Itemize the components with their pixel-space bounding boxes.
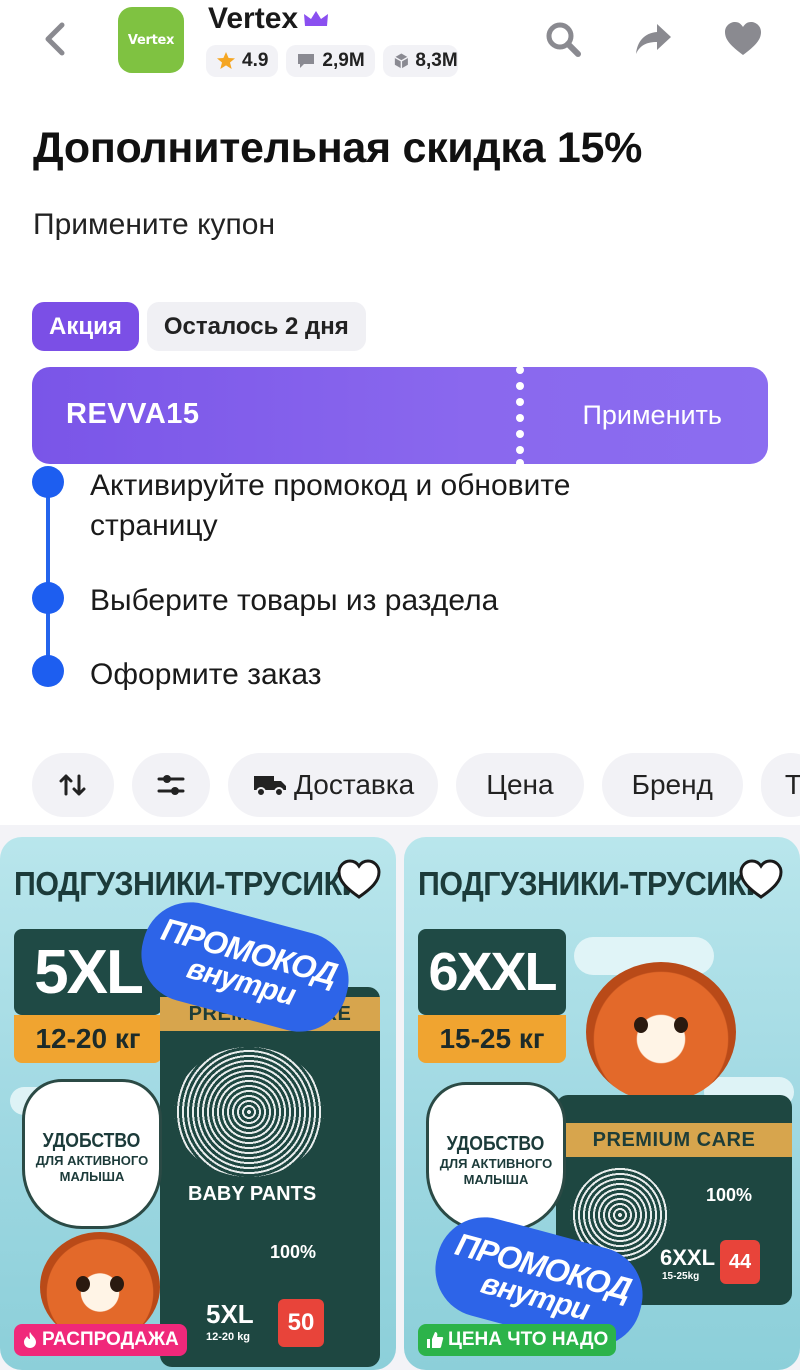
reviews-count: 2,9M [322,50,365,71]
product-package-image: PREMIUM CARE BABY PANTS 100% 5XL 12-20 k… [160,987,380,1367]
panda-eye [76,1276,90,1292]
store-logo[interactable]: Vertex [118,7,184,73]
coupon-code[interactable]: REVVA15 [66,398,200,431]
comfort-badge: УДОБСТВО ДЛЯ АКТИВНОГО МАЛЫША [426,1082,566,1232]
fire-icon [24,1332,36,1348]
pack-size: 6XXL [660,1245,716,1270]
pack-size: 5XL [206,1299,254,1329]
sort-icon [59,774,86,796]
box-icon [394,53,408,69]
orders-count: 8,3M [415,50,458,71]
product-card[interactable]: ПОДГУЗНИКИ-ТРУСИКИ 5XL 12-20 кг PREMIUM … [0,837,396,1370]
product-grid: ПОДГУЗНИКИ-ТРУСИКИ 5XL 12-20 кг PREMIUM … [0,825,800,1370]
product-card[interactable]: ПОДГУЗНИКИ-ТРУСИКИ 6XXL 15-25 кг PREMIUM… [404,837,800,1370]
price-badge: ЦЕНА ЧТО НАДО [418,1324,617,1356]
thumbs-up-icon [427,1332,444,1348]
star-icon [217,52,235,69]
step-3-text: Оформите заказ [90,658,322,691]
panda-eye [110,1276,124,1292]
red-panda-illustration [586,962,736,1102]
store-stats: 4.9 2,9M 8,3M [206,45,458,77]
steps-connector [46,480,50,670]
delivery-label: Доставка [294,769,415,800]
price-badge-label: ЦЕНА ЧТО НАДО [448,1329,609,1350]
shop-name[interactable]: Vertex [208,2,330,36]
pack-brand: PREMIUM CARE [556,1123,792,1157]
comfort-subtitle: ДЛЯ АКТИВНОГО МАЛЫША [35,1153,149,1184]
comfort-badge: УДОБСТВО ДЛЯ АКТИВНОГО МАЛЫША [22,1079,162,1229]
favorite-store-button[interactable] [718,14,768,64]
pack-weight: 12-20 kg [206,1331,251,1343]
promo-tags: Акция Осталось 2 дня [32,302,366,351]
heart-outline-icon[interactable] [738,857,784,903]
promo-tag: Акция [32,302,139,351]
step-dot-3 [32,655,64,687]
apply-coupon-button[interactable]: Применить [582,400,722,431]
coupon-card[interactable]: REVVA15 Применить [32,367,768,464]
product-title: ПОДГУЗНИКИ-ТРУСИКИ [418,865,768,902]
reviews-badge[interactable]: 2,9M [286,45,375,77]
comfort-title: УДОБСТВО [43,1130,141,1152]
sort-chip[interactable] [32,753,114,817]
back-button[interactable] [30,14,80,64]
sliders-icon [157,775,185,795]
rating-badge[interactable]: 4.9 [206,45,279,77]
shop-name-label: Vertex [208,2,299,35]
pack-count: 44 [720,1240,760,1284]
pack-leak: 100% [270,1242,317,1262]
more-filter-chip[interactable]: Ти [760,753,800,817]
promo-title: Дополнительная скидка 15% [33,124,643,172]
panda-eye [674,1017,688,1033]
heart-pattern [174,1047,324,1177]
filters-chip[interactable] [132,753,210,817]
search-icon [546,22,581,57]
comfort-title: УДОБСТВО [447,1133,545,1155]
promo-subtitle: Примените купон [33,208,276,241]
sale-badge: РАСПРОДАЖА [14,1324,187,1356]
coupon-divider [516,367,524,464]
step-1-text: Активируйте промокод и обновите страницу [90,469,571,542]
pack-weight: 15-25kg [662,1271,700,1282]
brand-chip[interactable]: Бренд [601,753,743,817]
heart-icon [725,22,761,55]
sale-badge-label: РАСПРОДАЖА [42,1329,179,1350]
pack-name: BABY PANTS [188,1183,317,1205]
chat-icon [298,54,315,68]
truck-icon [254,776,286,797]
pack-leak: 100% [706,1185,753,1205]
weight-label: 15-25 кг [418,1015,566,1063]
rating-value: 4.9 [242,50,269,71]
step-2-text: Выберите товары из раздела [90,584,499,617]
comfort-subtitle: ДЛЯ АКТИВНОГО МАЛЫША [439,1156,553,1187]
delivery-chip[interactable]: Доставка [228,753,439,817]
weight-label: 12-20 кг [14,1015,162,1063]
crown-icon [304,11,329,26]
search-button[interactable] [538,14,588,64]
step-dot-1 [32,466,64,498]
price-chip[interactable]: Цена [456,753,584,817]
heart-outline-icon[interactable] [336,857,382,903]
panda-eye [634,1017,648,1033]
chevron-left-icon [45,22,65,56]
share-icon [636,24,671,54]
filter-bar: Доставка Цена Бренд Ти [32,753,800,817]
store-header: Vertex Vertex 4.9 2,9M 8,3M [0,0,800,100]
orders-badge[interactable]: 8,3M [382,45,458,77]
share-button[interactable] [628,14,678,64]
step-dot-2 [32,582,64,614]
size-label: 6XXL [418,929,566,1015]
product-title: ПОДГУЗНИКИ-ТРУСИКИ [14,865,364,902]
size-label: 5XL [14,929,162,1015]
days-left-tag: Осталось 2 дня [146,302,366,351]
logo-text: Vertex [127,32,175,48]
pack-count: 50 [278,1299,324,1347]
